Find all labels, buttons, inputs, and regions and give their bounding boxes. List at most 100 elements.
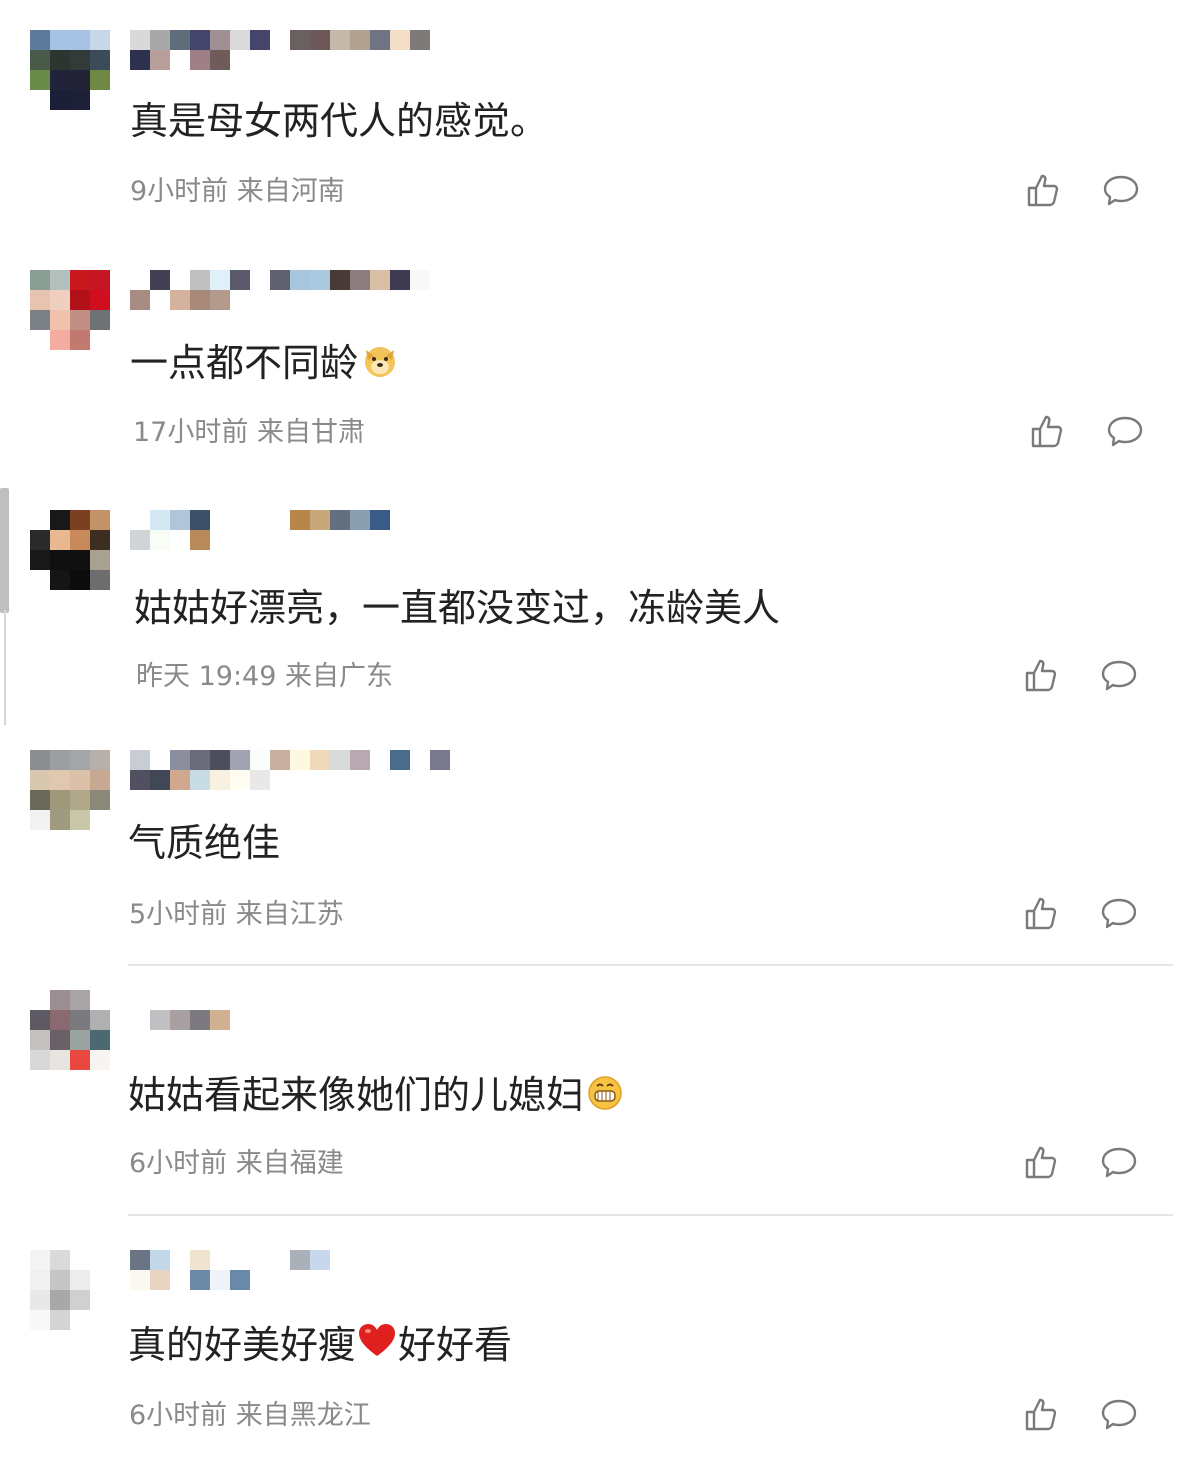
username-pixel	[230, 270, 250, 290]
avatar-pixel	[30, 1290, 50, 1310]
username-pixel	[190, 750, 210, 770]
username-pixel	[230, 1250, 250, 1270]
avatar-pixel	[70, 790, 90, 810]
comment-icon[interactable]	[1100, 1396, 1138, 1434]
thumbs-up-icon[interactable]	[1022, 1396, 1060, 1434]
username-pixel	[290, 1250, 310, 1270]
comment-icon[interactable]	[1100, 1144, 1138, 1182]
username-pixel	[170, 1250, 190, 1270]
thumbs-up-icon[interactable]	[1028, 413, 1066, 451]
comment-text: 真是母女两代人的感觉。	[130, 99, 549, 143]
avatar-pixel	[50, 50, 70, 70]
username-pixel	[390, 30, 410, 50]
comment-meta: 6小时前 来自黑龙江	[129, 1400, 371, 1431]
username-pixel	[330, 510, 350, 530]
username-pixel	[130, 1270, 150, 1290]
avatar-pixel	[70, 90, 90, 110]
avatar-pixel	[30, 310, 50, 330]
username-pixel	[270, 1250, 290, 1270]
username-pixel	[230, 750, 250, 770]
avatar-pixel	[30, 330, 50, 350]
comment-meta: 5小时前 来自江苏	[129, 899, 344, 930]
avatar-pixel	[50, 510, 70, 530]
comment-icon[interactable]	[1102, 172, 1140, 210]
avatar-pixel	[70, 270, 90, 290]
comment-text-tail: 好好看	[398, 1323, 513, 1367]
avatar-pixel	[90, 290, 110, 310]
heart-emoji-icon	[359, 1324, 396, 1356]
username-pixel	[210, 510, 230, 530]
avatar-pixel	[50, 530, 70, 550]
avatar-pixel	[50, 70, 70, 90]
avatar-pixel	[90, 570, 110, 590]
avatar-pixel	[70, 30, 90, 50]
username-pixel	[370, 750, 390, 770]
avatar-pixel	[50, 810, 70, 830]
avatar-pixel	[90, 810, 110, 830]
avatar-pixel	[70, 1010, 90, 1030]
avatar[interactable]	[30, 510, 110, 590]
username-pixel	[130, 510, 150, 530]
username-pixel	[210, 1270, 230, 1290]
username-pixel	[370, 270, 390, 290]
username-pixel	[230, 1270, 250, 1290]
avatar-pixel	[30, 90, 50, 110]
username-pixel	[310, 1250, 330, 1270]
avatar-pixel	[90, 1290, 110, 1310]
username-pixel	[370, 30, 390, 50]
avatar-pixel	[70, 1030, 90, 1050]
avatar-pixel	[50, 90, 70, 110]
username-pixel	[150, 1270, 170, 1290]
comment-icon[interactable]	[1106, 413, 1144, 451]
comment-icon[interactable]	[1100, 895, 1138, 933]
avatar-pixel	[70, 330, 90, 350]
username-pixel	[150, 770, 170, 790]
avatar-pixel	[30, 570, 50, 590]
avatar-pixel	[70, 1310, 90, 1330]
thumbs-up-icon[interactable]	[1022, 657, 1060, 695]
avatar-pixel	[90, 310, 110, 330]
username-pixel	[150, 750, 170, 770]
username-pixel	[170, 1010, 190, 1030]
avatar-pixel	[30, 550, 50, 570]
comment-text-body: 一点都不同龄	[130, 341, 359, 385]
avatar[interactable]	[30, 750, 110, 830]
thumbs-up-icon[interactable]	[1024, 172, 1062, 210]
avatar[interactable]	[30, 1250, 110, 1330]
avatar-pixel	[90, 790, 110, 810]
avatar-pixel	[50, 750, 70, 770]
comment-meta: 昨天 19:49 来自广东	[136, 661, 393, 692]
thumbs-up-icon[interactable]	[1022, 895, 1060, 933]
username-pixel	[250, 770, 270, 790]
avatar-pixel	[70, 1290, 90, 1310]
username-pixel	[190, 770, 210, 790]
avatar[interactable]	[30, 30, 110, 110]
username-pixel	[170, 1270, 190, 1290]
scroll-indicator[interactable]	[0, 488, 9, 613]
comment-text: 真的好美好瘦 好好看	[128, 1322, 512, 1368]
comment-icon[interactable]	[1100, 657, 1138, 695]
username-pixel	[170, 770, 190, 790]
username-pixelated[interactable]	[130, 1250, 330, 1290]
username-pixel	[170, 290, 190, 310]
grin-emoji-icon	[588, 1076, 622, 1110]
username-pixelated[interactable]	[130, 270, 430, 310]
thumbs-up-icon[interactable]	[1022, 1144, 1060, 1182]
username-pixel	[190, 1270, 210, 1290]
avatar-pixel	[30, 30, 50, 50]
username-pixelated[interactable]	[130, 30, 430, 70]
username-pixel	[150, 1250, 170, 1270]
avatar[interactable]	[30, 270, 110, 350]
avatar-pixel	[70, 50, 90, 70]
username-pixel	[130, 270, 150, 290]
username-pixelated[interactable]	[130, 750, 450, 790]
avatar-pixel	[30, 750, 50, 770]
username-pixelated[interactable]	[130, 510, 400, 550]
username-pixel	[310, 510, 330, 530]
username-pixel	[410, 30, 430, 50]
username-pixel	[210, 770, 230, 790]
avatar-pixel	[50, 550, 70, 570]
username-pixelated[interactable]	[130, 1010, 270, 1030]
avatar[interactable]	[30, 990, 110, 1070]
avatar-pixel	[50, 1250, 70, 1270]
